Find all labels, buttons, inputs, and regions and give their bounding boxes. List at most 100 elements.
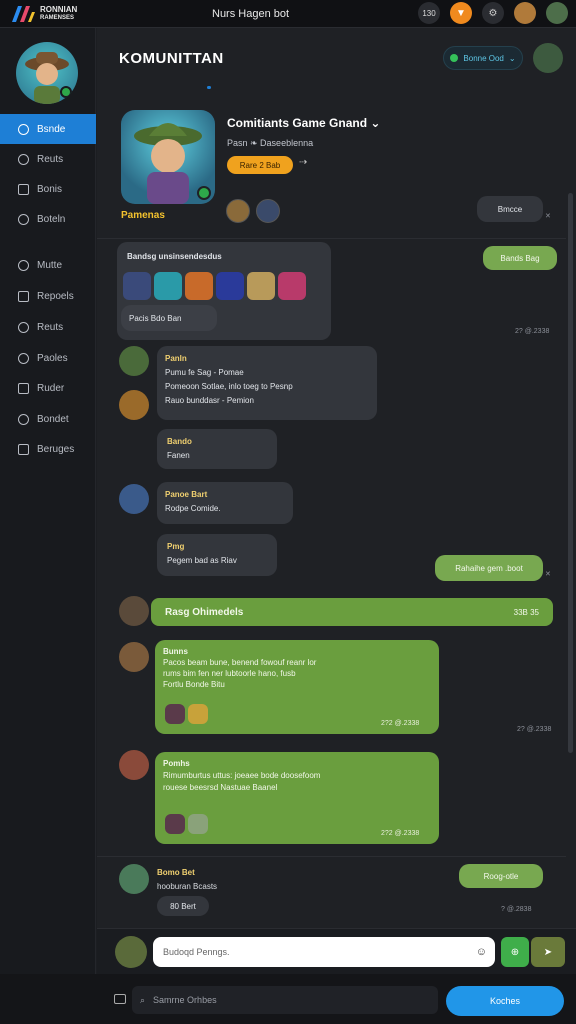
sidebar-label: Beruges	[37, 443, 75, 455]
sender-name: Bomo Bet	[157, 868, 195, 877]
group-avatar[interactable]	[121, 110, 215, 204]
reply-chip[interactable]: Roog-otle	[459, 864, 543, 888]
send-icon[interactable]: ➤	[531, 937, 565, 967]
chat-avatar[interactable]	[119, 484, 149, 514]
emoji-icon[interactable]: ☺	[476, 946, 487, 958]
message-text: Pegem bad as Riav	[167, 556, 237, 565]
reply-label: Bands Bag	[500, 253, 540, 263]
timestamp: 2? @.2338	[517, 726, 552, 733]
sidebar-item-6[interactable]: Reuts	[0, 312, 96, 342]
logo-line2: RAMENSES	[40, 14, 75, 21]
notification-badge[interactable]: 130	[418, 2, 440, 24]
sender-name: Bando	[167, 437, 192, 446]
sidebar-item-5[interactable]: Repoels	[0, 281, 96, 311]
sticker-tile[interactable]	[185, 272, 213, 300]
member-avatar[interactable]	[226, 199, 250, 223]
message-text: Fanen	[167, 451, 190, 460]
close-icon[interactable]: ✕	[545, 570, 551, 578]
sidebar-label: Boteln	[37, 213, 66, 225]
reaction-label: 80 Bert	[170, 901, 196, 911]
input-placeholder: Budoqd Penngs.	[163, 947, 230, 957]
sticker-tile[interactable]	[123, 272, 151, 300]
sticker-tile[interactable]	[247, 272, 275, 300]
sticker-tile[interactable]	[188, 814, 208, 834]
message-bubble: Pomhs Rimumburtus uttus: joeaee bode doo…	[155, 752, 439, 844]
sidebar-item-2[interactable]: Bonis	[0, 174, 96, 204]
message-title: Bandsg unsinsendesdus	[127, 252, 222, 261]
share-icon[interactable]: ⇢	[299, 157, 317, 173]
scrollbar[interactable]	[568, 193, 573, 753]
timestamp: ? @.2838	[501, 906, 532, 913]
message-bubble: Bando Fanen	[157, 429, 277, 469]
highlight-banner[interactable]: Rasg Ohimedels 33B 35	[151, 598, 553, 626]
reply-chip[interactable]: Bands Bag	[483, 246, 557, 270]
attach-icon[interactable]: ⊕	[501, 937, 529, 967]
panel-toggle-icon[interactable]	[114, 994, 126, 1004]
reaction-label: Pacis Bdo Ban	[129, 313, 182, 323]
app-logo[interactable]: RONNIAN RAMENSES	[0, 0, 96, 28]
sidebar-item-8[interactable]: Ruder	[0, 373, 96, 403]
timestamp: 2? @.2338	[515, 328, 550, 335]
sidebar-item-10[interactable]: Beruges	[0, 434, 96, 464]
message-bubble: Pmg Pegem bad as Riav	[157, 534, 277, 576]
shield-icon	[18, 321, 29, 333]
status-dot	[450, 54, 459, 62]
header-avatar[interactable]	[533, 43, 563, 73]
chat-avatar[interactable]	[119, 642, 149, 672]
search-box[interactable]: ⌕ Samrne Orhbes	[132, 986, 438, 1014]
composer-avatar[interactable]	[115, 936, 147, 968]
chat-avatar[interactable]	[119, 750, 149, 780]
close-icon[interactable]: ✕	[545, 212, 551, 220]
settings-icon[interactable]: ⚙	[482, 2, 504, 24]
group-online-indicator	[197, 186, 211, 200]
member-avatar[interactable]	[256, 199, 280, 223]
chevron-down-icon: ⌄	[370, 116, 381, 130]
sidebar-item-9[interactable]: Bondet	[0, 404, 96, 434]
heart-icon	[18, 259, 29, 271]
chip-label: Bmcce	[497, 204, 523, 214]
coin-icon[interactable]: ▼	[450, 2, 472, 24]
sticker-tile[interactable]	[278, 272, 306, 300]
sidebar-item-1[interactable]: Reuts	[0, 144, 96, 174]
group-side-chip[interactable]: Bmcce	[477, 196, 543, 222]
reply-chip[interactable]: Rahaihe gem .boot	[435, 555, 543, 581]
group-name[interactable]: Comitiants Game Gnand ⌄	[227, 116, 380, 130]
reaction-chip[interactable]: 80 Bert	[157, 896, 209, 916]
sidebar-label: Reuts	[37, 153, 64, 165]
sidebar-item-4[interactable]: Mutte	[0, 250, 96, 280]
primary-action-button[interactable]: Koches	[446, 986, 564, 1016]
sidebar-label: Ruder	[37, 382, 65, 394]
reply-label: Rahaihe gem .boot	[455, 563, 523, 573]
window-title: Nurs Hagen bot	[212, 8, 290, 20]
join-button[interactable]: Rare 2 Bab	[227, 156, 293, 174]
message-text: Pomeoon Sotlae, inlo toeg to Pesnp	[165, 382, 293, 391]
sidebar-item-0[interactable]: Bsnde	[0, 114, 96, 144]
main-panel: KOMUNITTAN Bonne Ood ⌄ Pamenas Comitiants…	[97, 28, 576, 1024]
chat-avatar[interactable]	[119, 596, 149, 626]
message-input[interactable]: Budoqd Penngs. ☺	[153, 937, 495, 967]
sticker-tile[interactable]	[216, 272, 244, 300]
sticker-tile[interactable]	[165, 814, 185, 834]
sidebar-item-3[interactable]: Boteln	[0, 204, 96, 234]
status-pill[interactable]: Bonne Ood ⌄	[443, 46, 523, 70]
reaction-chip[interactable]: Pacis Bdo Ban	[121, 305, 217, 331]
sidebar-item-7[interactable]: Paoles	[0, 343, 96, 373]
timestamp: 2?2 @.2338	[381, 830, 420, 837]
sticker-tile[interactable]	[154, 272, 182, 300]
chat-avatar[interactable]	[119, 864, 149, 894]
chat-avatar[interactable]	[119, 390, 149, 420]
message-text: Rauo bunddasr - Pemion	[165, 396, 254, 405]
user-avatar[interactable]	[16, 42, 78, 104]
sticker-tile[interactable]	[188, 704, 208, 724]
folder-icon	[18, 290, 29, 302]
profile-avatar[interactable]	[546, 2, 568, 24]
composer: Budoqd Penngs. ☺ ⊕ ➤	[97, 928, 576, 974]
sticker-tile[interactable]	[165, 704, 185, 724]
sender-name: Bunns	[163, 647, 188, 656]
friend-avatar[interactable]	[514, 2, 536, 24]
sidebar: Bsnde Reuts Bonis Boteln Mutte Repoels R…	[0, 28, 96, 1024]
sidebar-label: Bondet	[37, 413, 69, 425]
message-text: rums bim fen ner lubtoorle hano, fusb	[163, 669, 296, 678]
page-title: KOMUNITTAN	[119, 50, 224, 67]
chat-avatar[interactable]	[119, 346, 149, 376]
